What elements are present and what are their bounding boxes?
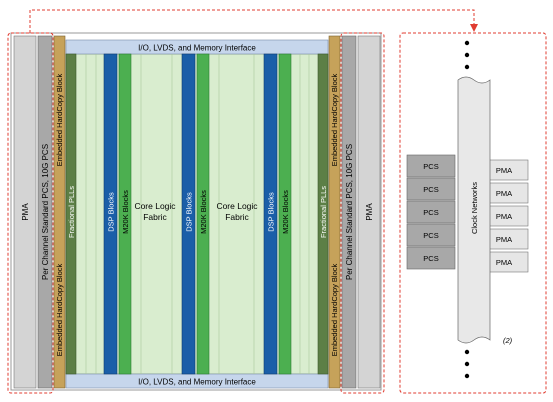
right-plls-label: Fractional PLLs [319, 186, 328, 238]
core-fabric-label-1-line2: Fabric [143, 212, 167, 222]
dsp-label-1: DSP Blocks [107, 192, 116, 232]
detail-pcs-stack: PCS PCS PCS PCS PCS [406, 154, 456, 270]
pcs-label: PCS [423, 208, 438, 217]
left-plls-label: Fractional PLLs [67, 186, 76, 238]
clock-network-label: Clock Networks [470, 182, 479, 234]
left-pcs-label: Per Channel Standard PCS, 10G PCS [41, 144, 50, 280]
io-interface-top-label: I/O, LVDS, and Memory Interface [138, 44, 256, 53]
right-pcs-label: Per Channel Standard PCS, 10G PCS [345, 144, 354, 280]
left-hardcopy-top-label: Embedded HardCopy Block [55, 73, 64, 166]
right-hardcopy-bottom-label: Embedded HardCopy Block [330, 263, 339, 356]
m20k-label-2: M20K Blocks [199, 190, 208, 234]
right-hardcopy-top-label: Embedded HardCopy Block [330, 73, 339, 166]
m20k-label-1: M20K Blocks [121, 190, 130, 234]
m20k-label-3: M20K Blocks [281, 190, 290, 234]
pcs-label: PCS [423, 231, 438, 240]
dsp-label-2: DSP Blocks [185, 192, 194, 232]
footnote-marker: (2) [503, 336, 513, 345]
pcs-label: PCS [423, 162, 438, 171]
io-interface-bottom-label: I/O, LVDS, and Memory Interface [138, 378, 256, 387]
left-hardcopy-bottom-label: Embedded HardCopy Block [55, 263, 64, 356]
connector-arrow [29, 9, 478, 33]
dsp-label-3: DSP Blocks [267, 192, 276, 232]
pma-label: PMA [496, 235, 512, 244]
pma-label: PMA [496, 189, 512, 198]
core-fabric-label-2-line1: Core Logic [216, 201, 258, 211]
core-fabric-label-1-line1: Core Logic [134, 201, 176, 211]
left-pma-label: PMA [21, 203, 30, 221]
core-fabric-label-2-line2: Fabric [225, 212, 249, 222]
right-pma-label: PMA [365, 203, 374, 221]
fpga-architecture-diagram: I/O, LVDS, and Memory Interface I/O, LVD… [0, 0, 553, 402]
pma-label: PMA [496, 258, 512, 267]
pcs-label: PCS [423, 185, 438, 194]
pma-label: PMA [496, 166, 512, 175]
pma-label: PMA [496, 212, 512, 221]
pcs-label: PCS [423, 254, 438, 263]
